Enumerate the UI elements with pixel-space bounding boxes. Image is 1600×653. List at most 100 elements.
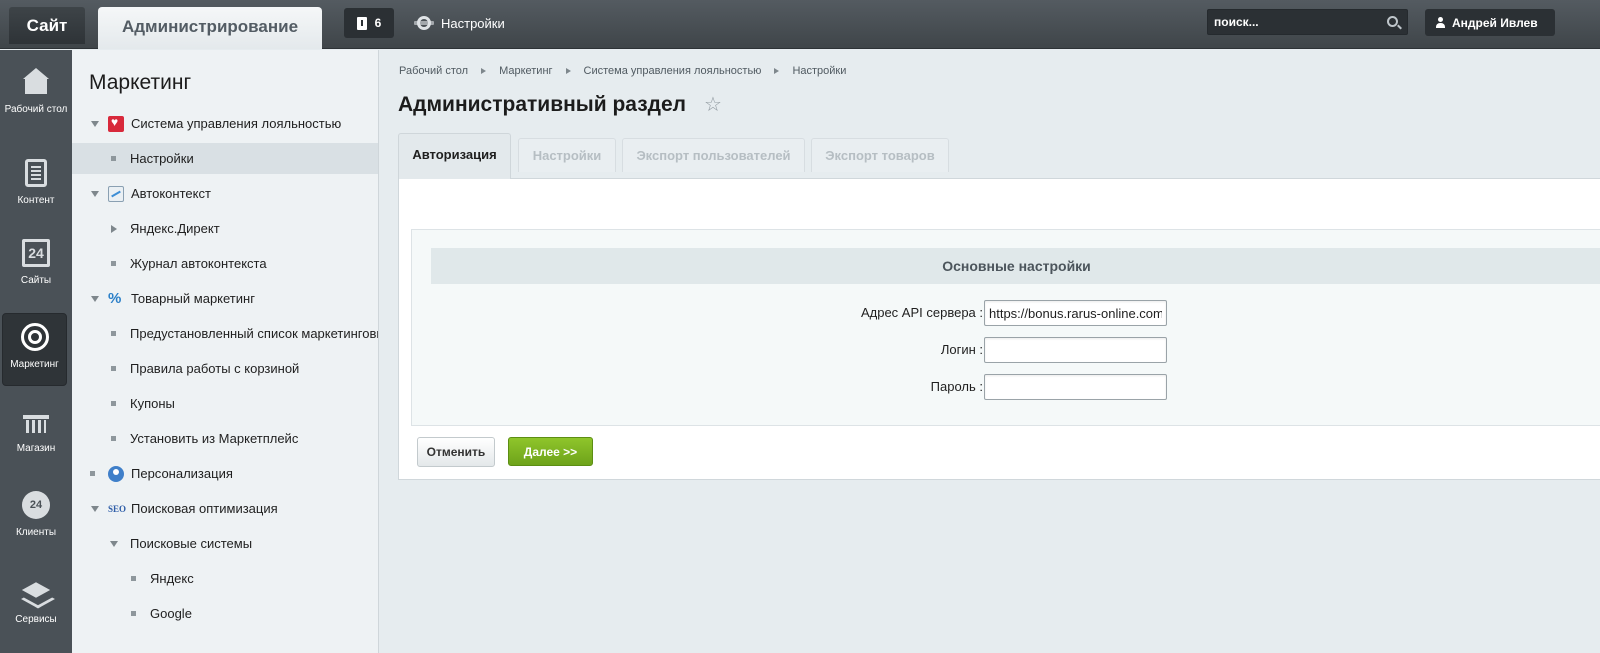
rail-item-content[interactable]: Контент: [0, 159, 72, 207]
menu-item-label: Товарный маркетинг: [131, 291, 255, 306]
menu-item-yandex[interactable]: Яндекс: [72, 563, 378, 594]
menu-item-loyalty[interactable]: Система управления лояльностью: [72, 108, 378, 139]
menu-item-label: Google: [150, 606, 192, 621]
settings-label: Настройки: [441, 15, 505, 31]
rail-item-desktop[interactable]: Рабочий стол: [0, 68, 72, 116]
menu-item-label: Правила работы с корзиной: [130, 361, 300, 376]
favorite-star-icon[interactable]: ☆: [704, 94, 722, 116]
menu-item-search-engines[interactable]: Поисковые системы: [72, 528, 378, 559]
menu-item-label: Поисковые системы: [130, 536, 253, 551]
rail-item-marketing[interactable]: Маркетинг: [2, 313, 67, 386]
clients-24-icon: 24: [22, 491, 50, 519]
next-button[interactable]: Далее >>: [508, 437, 593, 466]
bullet-icon: [131, 611, 136, 616]
rail-item-shop[interactable]: Магазин: [0, 407, 72, 455]
bullet-icon: [111, 436, 116, 441]
search-input[interactable]: [1208, 10, 1378, 34]
menu-item-label: Автоконтекст: [131, 186, 211, 201]
breadcrumb-arrow-icon: [774, 68, 780, 74]
menu-item-label: Купоны: [130, 396, 175, 411]
rail-item-label: Магазин: [16, 443, 56, 454]
menu-title: Маркетинг: [89, 71, 192, 94]
target-icon: [20, 323, 49, 351]
menu-item-autocontext-log[interactable]: Журнал автоконтекста: [72, 248, 378, 279]
menu-item-marketplace[interactable]: Установить из Маркетплейс: [72, 423, 378, 454]
login-row: Логин :: [412, 337, 1212, 363]
menu-item-preset-list[interactable]: Предустановленный список маркетинговых: [72, 318, 378, 349]
expand-arrow-icon[interactable]: [91, 190, 99, 197]
menu-item-coupons[interactable]: Купоны: [72, 388, 378, 419]
breadcrumb-arrow-icon: [481, 68, 487, 74]
user-icon: [1436, 17, 1445, 28]
user-name: Андрей Ивлев: [1452, 15, 1538, 30]
menu-item-settings[interactable]: Настройки: [72, 143, 378, 174]
tab-export-products[interactable]: Экспорт товаров: [811, 138, 949, 172]
menu-item-product-marketing[interactable]: % Товарный маркетинг: [72, 283, 378, 314]
menu-item-label: Журнал автоконтекста: [130, 256, 267, 271]
rail-item-label: Клиенты: [15, 527, 57, 538]
menu-item-cart-rules[interactable]: Правила работы с корзиной: [72, 353, 378, 384]
password-row: Пароль :: [412, 374, 1212, 400]
cancel-button[interactable]: Отменить: [417, 437, 495, 467]
expand-arrow-icon[interactable]: [91, 295, 99, 302]
home-icon: [22, 68, 50, 96]
breadcrumb-link[interactable]: Система управления лояльностью: [584, 65, 762, 77]
basket-icon: [22, 407, 50, 435]
tab-settings[interactable]: Настройки: [518, 138, 616, 172]
api-server-label: Адрес API сервера :: [860, 305, 983, 320]
collapse-arrow-icon[interactable]: [111, 224, 117, 233]
tab-authorization[interactable]: Авторизация: [398, 133, 511, 179]
chart-icon: [108, 185, 124, 202]
rail-item-label: Рабочий стол: [4, 104, 68, 115]
breadcrumb-link[interactable]: Рабочий стол: [399, 65, 468, 77]
layers-icon: [22, 578, 50, 606]
bullet-icon: [111, 261, 116, 266]
document-icon: [25, 159, 47, 187]
menu-item-label: Установить из Маркетплейс: [130, 431, 299, 446]
breadcrumb-link[interactable]: Настройки: [792, 65, 846, 77]
section-menu: Маркетинг Система управления лояльностью…: [72, 50, 379, 653]
menu-item-autocontext[interactable]: Автоконтекст: [72, 178, 378, 209]
settings-form: Основные настройки Адрес API сервера : Л…: [411, 229, 1600, 426]
settings-link[interactable]: Настройки: [414, 8, 505, 38]
bullet-icon: [111, 156, 116, 161]
rail-item-services[interactable]: Сервисы: [0, 578, 72, 626]
page-title: Административный раздел: [398, 93, 687, 116]
login-label: Логин :: [940, 342, 983, 357]
user-menu-button[interactable]: Андрей Ивлев: [1425, 9, 1555, 36]
top-bar: Сайт Администрирование 6 Настройки Андре…: [0, 0, 1600, 49]
seo-icon: SEO: [108, 503, 127, 514]
tab-content-panel: Основные настройки Адрес API сервера : Л…: [398, 178, 1600, 480]
menu-item-yandex-direct[interactable]: Яндекс.Директ: [72, 213, 378, 244]
bullet-icon: [90, 471, 95, 476]
breadcrumb-arrow-icon: [565, 68, 571, 74]
rail-item-sites[interactable]: 24 Сайты: [0, 239, 72, 287]
menu-item-google[interactable]: Google: [72, 598, 378, 629]
menu-item-label: Предустановленный список маркетинговых: [130, 326, 378, 341]
menu-item-label: Система управления лояльностью: [131, 116, 342, 131]
breadcrumb-link[interactable]: Маркетинг: [499, 65, 552, 77]
expand-arrow-icon[interactable]: [110, 540, 118, 547]
loyalty-icon: [108, 115, 124, 132]
password-input[interactable]: [984, 374, 1167, 400]
rail-item-clients[interactable]: 24 Клиенты: [0, 491, 72, 539]
expand-arrow-icon[interactable]: [91, 120, 99, 127]
notifications-button[interactable]: 6: [344, 8, 394, 38]
search-icon[interactable]: [1387, 16, 1398, 27]
bullet-icon: [111, 366, 116, 371]
menu-item-seo[interactable]: SEO Поисковая оптимизация: [72, 493, 378, 524]
breadcrumb: Рабочий стол Маркетинг Система управлени…: [399, 64, 846, 78]
rail-item-label: Сервисы: [15, 614, 57, 625]
bullet-icon: [111, 401, 116, 406]
site-tab[interactable]: Сайт: [9, 7, 85, 44]
notifications-count: 6: [374, 16, 382, 30]
menu-item-personalization[interactable]: Персонализация: [72, 458, 378, 489]
person-icon: [108, 465, 124, 482]
api-server-input[interactable]: [984, 300, 1167, 326]
menu-item-label: Настройки: [130, 151, 194, 166]
login-input[interactable]: [984, 337, 1167, 363]
tab-export-users[interactable]: Экспорт пользователей: [622, 138, 805, 172]
admin-tab[interactable]: Администрирование: [98, 7, 322, 49]
expand-arrow-icon[interactable]: [91, 505, 99, 512]
notification-icon: [356, 16, 367, 30]
